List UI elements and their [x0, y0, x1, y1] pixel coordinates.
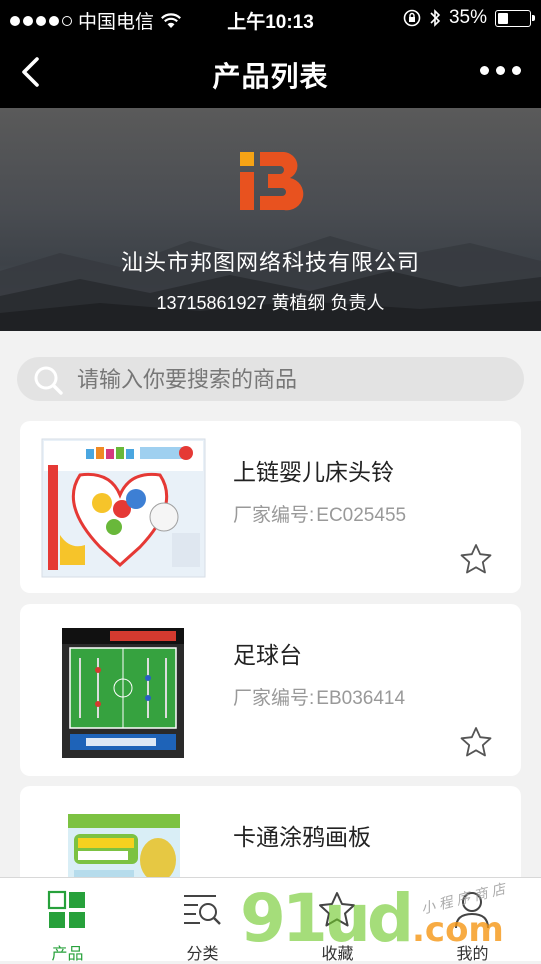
product-code-label: 厂家编号: — [233, 505, 315, 526]
company-contact: 13715861927 黄植纲 负责人 — [156, 293, 385, 313]
product-title[interactable]: 足球台 — [233, 636, 302, 670]
tab-bar: 产品 分类 收藏 我的 — [0, 877, 541, 963]
tab-label: 我的 — [456, 946, 489, 963]
bluetooth-icon — [430, 9, 441, 27]
company-name: 汕头市邦图网络科技有限公司 — [120, 250, 420, 275]
tab-mine[interactable]: 我的 — [405, 878, 540, 963]
product-title[interactable]: 卡通涂鸦画板 — [233, 818, 371, 852]
product-code: 厂家编号: EB036414 — [233, 683, 405, 710]
tab-products[interactable]: 产品 — [0, 878, 135, 963]
favorite-star-icon[interactable] — [459, 726, 493, 758]
search-icon — [34, 366, 63, 395]
product-title[interactable]: 上链婴儿床头铃 — [233, 453, 394, 487]
product-image[interactable] — [40, 618, 207, 762]
battery-percent: 35% — [448, 7, 487, 28]
tab-label: 分类 — [186, 946, 219, 963]
tab-label: 产品 — [51, 946, 84, 963]
product-code: 厂家编号: EC025455 — [233, 500, 406, 527]
tab-label: 收藏 — [321, 946, 354, 963]
search-bar[interactable] — [17, 357, 524, 403]
product-code-label: 厂家编号: — [233, 688, 315, 709]
product-code-value: EB036414 — [316, 688, 406, 709]
company-banner: 汕头市邦图网络科技有限公司 13715861927 黄植纲 负责人 — [0, 108, 541, 331]
rotation-lock-icon — [403, 9, 421, 27]
product-card[interactable]: 上链婴儿床头铃 厂家编号: EC025455 — [20, 421, 521, 593]
company-logo-icon — [240, 152, 304, 211]
battery-icon — [495, 9, 535, 27]
grid-icon — [47, 890, 85, 928]
page-title: 产品列表 — [212, 61, 329, 92]
product-card[interactable]: 足球台 厂家编号: EB036414 — [20, 604, 521, 776]
status-right: 35% — [403, 7, 535, 29]
favorite-star-icon[interactable] — [459, 543, 493, 575]
more-icon[interactable] — [480, 66, 521, 75]
nav-bar: 产品列表 — [0, 36, 541, 108]
search-input[interactable] — [75, 357, 509, 403]
tab-categories[interactable]: 分类 — [135, 878, 270, 963]
person-icon — [455, 892, 489, 929]
star-icon — [319, 892, 355, 927]
product-image[interactable] — [40, 435, 207, 579]
list-search-icon — [184, 895, 221, 925]
product-code-value: EC025455 — [316, 505, 407, 526]
tab-favorites[interactable]: 收藏 — [270, 878, 405, 963]
status-bar: 中国电信 上午10:13 35% — [0, 0, 541, 36]
